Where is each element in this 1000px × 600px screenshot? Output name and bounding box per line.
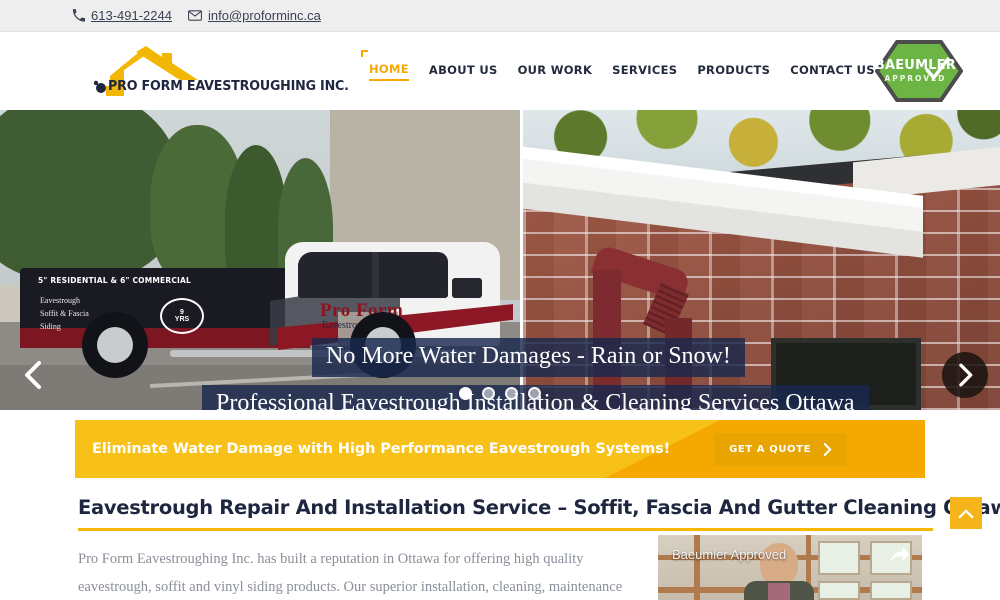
slide-truck: 5" RESIDENTIAL & 6" COMMERCIAL Eavestrou… — [0, 110, 520, 410]
chevron-right-icon — [823, 442, 832, 456]
site-logo[interactable]: PRO FORM EAVESTROUGHING INC. — [76, 46, 349, 96]
chevron-up-icon — [958, 509, 974, 518]
main-navigation: HOME ABOUT US OUR WORK SERVICES PRODUCTS… — [361, 49, 875, 81]
cta-banner-wrapper: Eliminate Water Damage with High Perform… — [0, 410, 1000, 478]
video-thumbnail — [658, 535, 922, 600]
truck-seal-badge: 9 YRS — [160, 298, 204, 334]
house-roof-icon: PRO FORM EAVESTROUGHING INC. — [76, 46, 349, 96]
nav-item-services[interactable]: SERVICES — [612, 63, 677, 80]
nav-item-our-work[interactable]: OUR WORK — [518, 63, 593, 80]
cta-button-label: GET A QUOTE — [729, 443, 811, 455]
title-underline — [78, 528, 933, 531]
cta-headline: Eliminate Water Damage with High Perform… — [92, 441, 671, 457]
video-title: Baeumler Approved — [672, 547, 787, 562]
email-link[interactable]: info@proforminc.ca — [188, 8, 321, 23]
chevron-left-icon — [25, 361, 41, 389]
share-arrow-icon[interactable] — [888, 545, 910, 567]
phone-number: 613-491-2244 — [91, 8, 172, 23]
phone-icon — [72, 9, 85, 22]
nav-item-contact-us[interactable]: CONTACT US — [790, 63, 875, 80]
nav-item-products[interactable]: PRODUCTS — [697, 63, 770, 80]
hero-slider[interactable]: 5" RESIDENTIAL & 6" COMMERCIAL Eavestrou… — [0, 110, 1000, 410]
truck-bed-text: 5" RESIDENTIAL & 6" COMMERCIAL — [38, 276, 192, 285]
scroll-to-top-button[interactable] — [950, 497, 982, 529]
slider-dot-3[interactable] — [505, 387, 518, 400]
envelope-icon — [188, 10, 202, 21]
get-a-quote-button[interactable]: GET A QUOTE — [714, 432, 847, 466]
nav-corner-accent — [361, 49, 368, 57]
site-header: PRO FORM EAVESTROUGHING INC. HOME ABOUT … — [0, 32, 1000, 110]
slider-dot-2[interactable] — [482, 387, 495, 400]
video-embed[interactable]: Baeumler Approved — [658, 535, 922, 600]
checkmark-icon — [925, 57, 950, 81]
nav-item-home[interactable]: HOME — [369, 62, 409, 81]
slider-dot-1[interactable] — [459, 387, 472, 400]
slide-eavestrough — [520, 110, 1000, 410]
nav-item-about-us[interactable]: ABOUT US — [429, 63, 498, 80]
content-left-column: Eavestrough Repair And Installation Serv… — [78, 496, 1000, 600]
chevron-right-icon — [959, 363, 973, 387]
company-truck-image: 5" RESIDENTIAL & 6" COMMERCIAL Eavestrou… — [20, 242, 520, 380]
intro-paragraph: Pro Form Eavestroughing Inc. has built a… — [78, 551, 623, 595]
baeumler-approved-badge[interactable]: BAEUMLER APPROVED — [874, 40, 964, 102]
cta-banner: Eliminate Water Damage with High Perform… — [75, 420, 925, 478]
phone-link[interactable]: 613-491-2244 — [72, 8, 172, 23]
top-contact-bar: 613-491-2244 info@proforminc.ca — [0, 0, 1000, 32]
slider-dot-4[interactable] — [528, 387, 541, 400]
logo-wordmark: PRO FORM EAVESTROUGHING INC. — [108, 78, 349, 94]
page-title: Eavestrough Repair And Installation Serv… — [78, 496, 1000, 519]
truck-service-list: Eavestrough Soffit & Fascia Siding — [40, 296, 89, 331]
slider-dots — [0, 387, 1000, 400]
email-address: info@proforminc.ca — [207, 8, 321, 23]
